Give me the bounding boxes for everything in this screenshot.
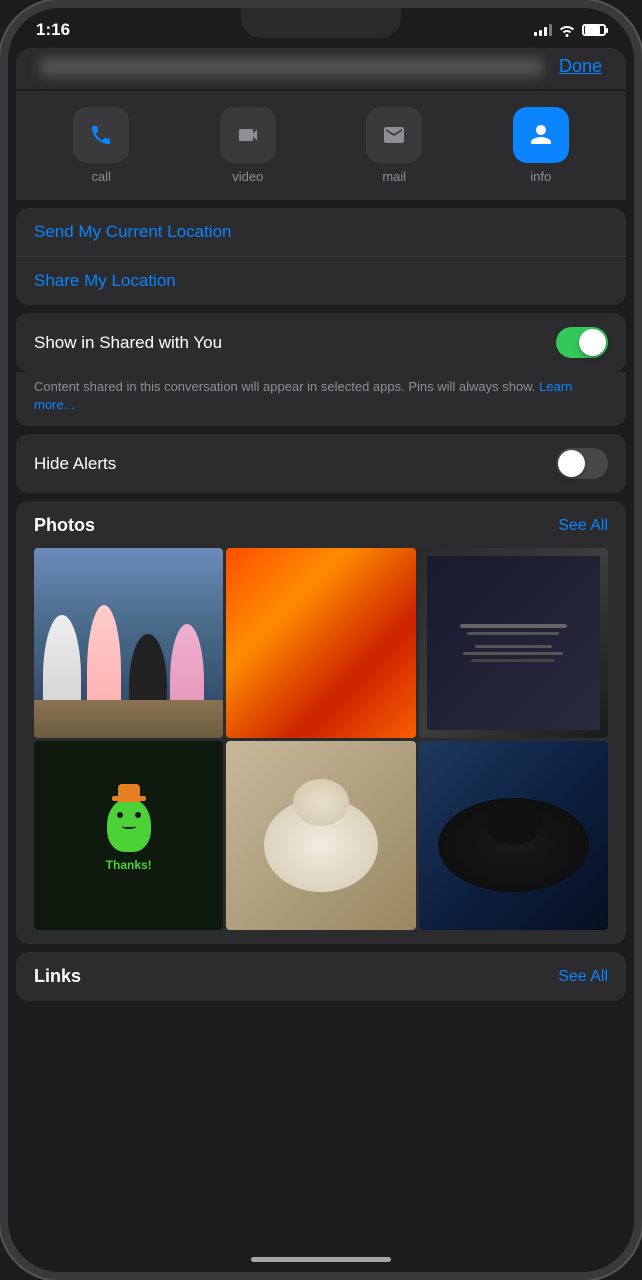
phone-icon [89, 123, 113, 147]
share-location-button[interactable]: Share My Location [16, 257, 626, 305]
phone-frame: 1:16 Do [0, 0, 642, 1280]
mail-label: mail [382, 169, 406, 184]
shared-with-you-toggle[interactable] [556, 327, 608, 358]
done-button[interactable]: Done [559, 56, 602, 77]
links-title: Links [34, 966, 81, 987]
call-button[interactable]: call [32, 107, 171, 184]
battery-icon [582, 24, 606, 36]
contact-name-blurred [40, 58, 543, 76]
signal-icon [534, 24, 552, 36]
shared-with-you-section: Show in Shared with You [16, 313, 626, 372]
photo-4[interactable]: Thanks! [34, 741, 223, 930]
wifi-icon [558, 23, 576, 37]
shared-description: Content shared in this conversation will… [16, 372, 626, 426]
call-label: call [91, 169, 111, 184]
main-content: Done call [8, 44, 634, 1049]
info-button[interactable]: info [472, 107, 611, 184]
hide-alerts-row: Hide Alerts [34, 434, 608, 493]
status-time: 1:16 [36, 20, 70, 40]
hide-alerts-section: Hide Alerts [16, 434, 626, 493]
info-person-icon [529, 123, 553, 147]
phone-screen: 1:16 Do [8, 8, 634, 1272]
action-buttons-section: call video [16, 91, 626, 200]
send-location-button[interactable]: Send My Current Location [16, 208, 626, 257]
links-section: Links See All [16, 952, 626, 1001]
photos-grid: Thanks! [34, 548, 608, 930]
photo-6[interactable] [419, 741, 608, 930]
video-button[interactable]: video [179, 107, 318, 184]
notch [241, 8, 401, 38]
mail-button[interactable]: mail [325, 107, 464, 184]
photos-see-all-button[interactable]: See All [558, 517, 608, 535]
video-icon [236, 123, 260, 147]
photos-section: Photos See All [16, 501, 626, 944]
info-label: info [530, 169, 551, 184]
bottom-spacer [8, 1009, 634, 1049]
photo-5[interactable] [226, 741, 415, 930]
mail-icon [382, 123, 406, 147]
photos-title: Photos [34, 515, 95, 536]
contact-header: Done [16, 48, 626, 89]
home-indicator [251, 1257, 391, 1262]
hide-alerts-toggle[interactable] [556, 448, 608, 479]
action-buttons-row: call video [32, 107, 610, 184]
links-see-all-button[interactable]: See All [558, 968, 608, 986]
photos-header: Photos See All [34, 515, 608, 536]
hide-alerts-label: Hide Alerts [34, 454, 116, 474]
shared-with-you-label: Show in Shared with You [34, 333, 222, 353]
location-section: Send My Current Location Share My Locati… [16, 208, 626, 305]
photo-1[interactable] [34, 548, 223, 737]
video-label: video [232, 169, 263, 184]
photo-2[interactable] [226, 548, 415, 737]
photo-3[interactable] [419, 548, 608, 737]
shared-with-you-row: Show in Shared with You [34, 313, 608, 372]
status-icons [534, 23, 606, 37]
